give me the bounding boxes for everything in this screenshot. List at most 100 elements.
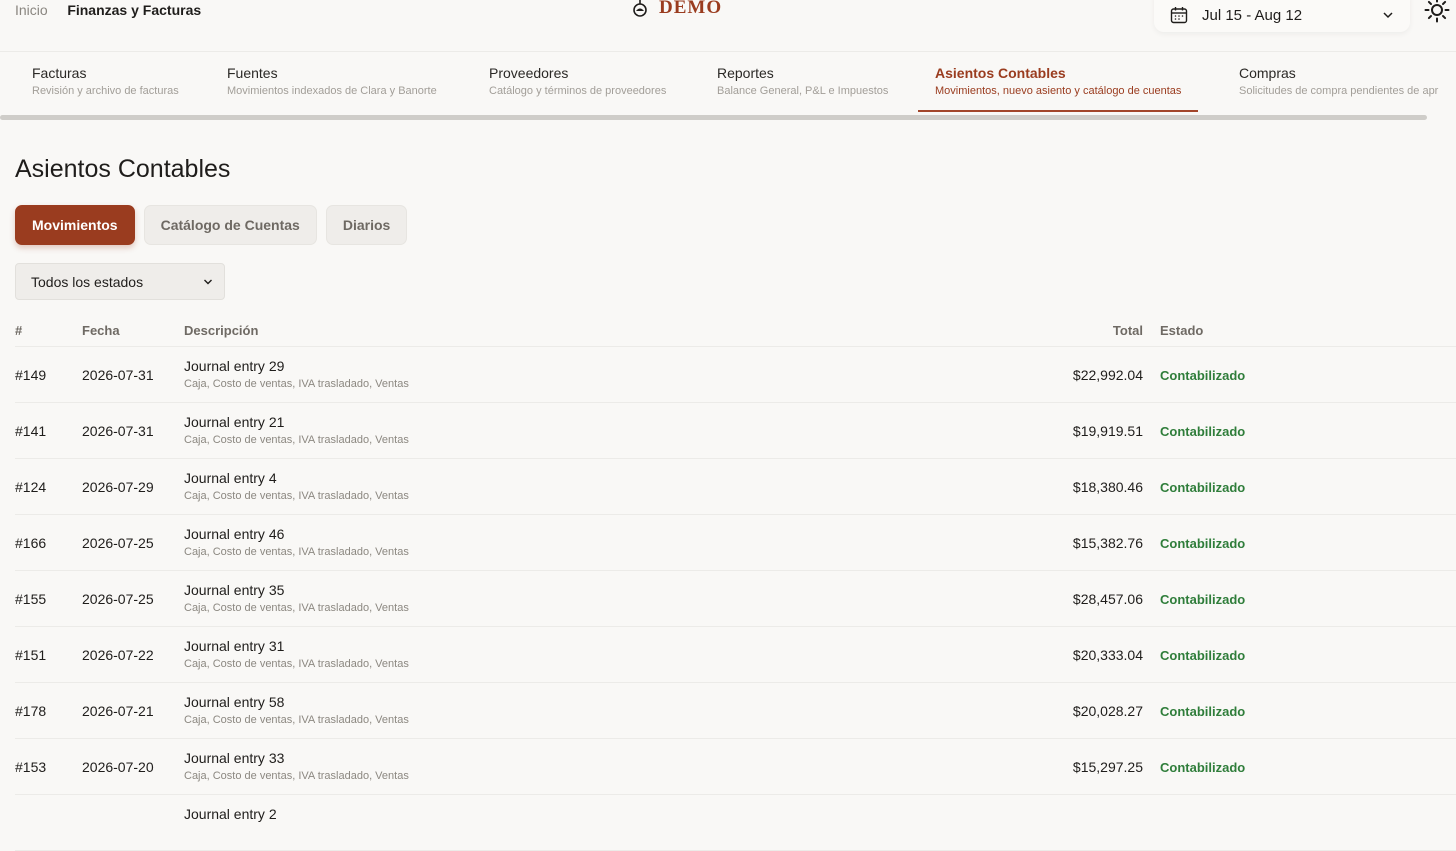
entry-date: 2026-07-31 (82, 423, 154, 439)
column-header-total[interactable]: Total (1113, 323, 1143, 338)
entry-description: Journal entry 21 Caja, Costo de ventas, … (184, 414, 409, 446)
table-row[interactable]: #141 2026-07-31 Journal entry 21 Caja, C… (15, 403, 1456, 459)
entry-description: Journal entry 35 Caja, Costo de ventas, … (184, 582, 409, 614)
table-row[interactable]: Journal entry 2 (15, 795, 1456, 851)
breadcrumb-home-link[interactable]: Inicio (15, 2, 48, 18)
entry-total: $20,028.27 (1072, 703, 1143, 719)
entry-total: $15,297.25 (1072, 759, 1143, 775)
column-header-date[interactable]: Fecha (82, 323, 120, 338)
entry-title: Journal entry 46 (184, 526, 285, 542)
entry-number: #149 (15, 367, 47, 383)
entry-total: $19,919.51 (1072, 423, 1143, 439)
catalogo-de-cuentas-button[interactable]: Catálogo de Cuentas (143, 205, 317, 245)
table-row[interactable]: #155 2026-07-25 Journal entry 35 Caja, C… (15, 571, 1456, 627)
entry-title: Journal entry 35 (184, 582, 285, 598)
table-row[interactable]: #166 2026-07-25 Journal entry 46 Caja, C… (15, 515, 1456, 571)
logo[interactable]: DEMO (631, 0, 722, 19)
entry-title: Journal entry 31 (184, 638, 285, 654)
tab-title: Compras (1239, 65, 1296, 81)
status-badge: Contabilizado (1160, 480, 1246, 495)
table-header: # Fecha Descripción Total Estado (15, 314, 1456, 347)
entry-title: Journal entry 4 (184, 470, 277, 486)
tabs-horizontal-scrollbar[interactable] (0, 115, 1427, 120)
entry-title: Journal entry 2 (184, 806, 277, 822)
chevron-down-icon (1383, 12, 1393, 19)
calendar-icon (1170, 7, 1188, 24)
entry-number: #151 (15, 647, 47, 663)
status-filter-select[interactable]: Todos los estados (15, 263, 225, 300)
column-header-number[interactable]: # (15, 323, 22, 338)
table-row[interactable]: #149 2026-07-31 Journal entry 29 Caja, C… (15, 347, 1456, 403)
tab-fuentes[interactable]: Fuentes Movimientos indexados de Clara y… (227, 52, 437, 112)
view-switcher: Movimientos Catálogo de Cuentas Diarios (15, 205, 408, 245)
entry-accounts: Caja, Costo de ventas, IVA trasladado, V… (184, 378, 409, 390)
status-badge: Contabilizado (1160, 424, 1246, 439)
table-row[interactable]: #153 2026-07-20 Journal entry 33 Caja, C… (15, 739, 1456, 795)
tab-subtitle: Revisión y archivo de facturas (32, 85, 179, 97)
status-badge: Contabilizado (1160, 592, 1246, 607)
logo-icon (633, 0, 647, 17)
breadcrumb: Inicio / Finanzas y Facturas (15, 2, 201, 18)
entry-number: #178 (15, 703, 47, 719)
entry-description: Journal entry 4 Caja, Costo de ventas, I… (184, 470, 409, 502)
tab-subtitle: Catálogo y términos de proveedores (489, 85, 667, 97)
sun-icon[interactable] (1424, 0, 1450, 23)
tab-title: Reportes (717, 65, 774, 81)
entry-accounts: Caja, Costo de ventas, IVA trasladado, V… (184, 546, 409, 558)
entry-accounts: Caja, Costo de ventas, IVA trasladado, V… (184, 770, 409, 782)
entry-description: Journal entry 29 Caja, Costo de ventas, … (184, 358, 409, 390)
entry-number: #141 (15, 423, 47, 439)
table-row[interactable]: #151 2026-07-22 Journal entry 31 Caja, C… (15, 627, 1456, 683)
entry-number: #153 (15, 759, 47, 775)
entry-accounts: Caja, Costo de ventas, IVA trasladado, V… (184, 658, 409, 670)
entry-date: 2026-07-25 (82, 591, 154, 607)
tab-subtitle: Movimientos, nuevo asiento y catálogo de… (935, 85, 1182, 97)
entry-total: $18,380.46 (1072, 479, 1143, 495)
entry-title: Journal entry 33 (184, 750, 285, 766)
table-row[interactable]: #178 2026-07-21 Journal entry 58 Caja, C… (15, 683, 1456, 739)
entry-description: Journal entry 31 Caja, Costo de ventas, … (184, 638, 409, 670)
tab-subtitle: Movimientos indexados de Clara y Banorte (227, 85, 437, 97)
tab-proveedores[interactable]: Proveedores Catálogo y términos de prove… (489, 52, 666, 112)
movimientos-button[interactable]: Movimientos (15, 205, 135, 245)
tab-facturas[interactable]: Facturas Revisión y archivo de facturas (32, 52, 179, 112)
status-filter-value: Todos los estados (31, 273, 144, 290)
entry-number: #124 (15, 479, 47, 495)
date-range-picker[interactable]: Jul 15 - Aug 12 (1154, 0, 1410, 32)
entry-date: 2026-07-29 (82, 479, 154, 495)
entry-date: 2026-07-22 (82, 647, 154, 663)
status-badge: Contabilizado (1160, 368, 1246, 383)
status-badge: Contabilizado (1160, 536, 1246, 551)
top-bar: Inicio / Finanzas y Facturas DEMO Jul 15… (0, 0, 1456, 52)
tab-title: Proveedores (489, 65, 569, 81)
journal-entries-table: # Fecha Descripción Total Estado #149 20… (15, 314, 1456, 851)
status-badge: Contabilizado (1160, 704, 1246, 719)
entry-accounts: Caja, Costo de ventas, IVA trasladado, V… (184, 434, 409, 446)
tab-subtitle: Balance General, P&L e Impuestos (717, 85, 889, 97)
status-badge: Contabilizado (1160, 648, 1246, 663)
column-header-status[interactable]: Estado (1160, 323, 1203, 338)
tab-compras[interactable]: Compras Solicitudes de compra pendientes… (1239, 52, 1456, 112)
chevron-down-icon (204, 279, 212, 284)
entry-title: Journal entry 29 (184, 358, 285, 374)
breadcrumb-current: Finanzas y Facturas (67, 2, 202, 18)
page-title: Asientos Contables (15, 155, 231, 183)
tab-reportes[interactable]: Reportes Balance General, P&L e Impuesto… (717, 52, 888, 112)
logo-text: DEMO (659, 0, 723, 18)
entry-accounts: Caja, Costo de ventas, IVA trasladado, V… (184, 490, 409, 502)
table-row[interactable]: #124 2026-07-29 Journal entry 4 Caja, Co… (15, 459, 1456, 515)
entry-accounts: Caja, Costo de ventas, IVA trasladado, V… (184, 602, 409, 614)
entry-number: #166 (15, 535, 47, 551)
status-badge: Contabilizado (1160, 760, 1246, 775)
entry-number: #155 (15, 591, 47, 607)
diarios-button[interactable]: Diarios (325, 205, 408, 245)
column-header-description[interactable]: Descripción (184, 323, 258, 338)
entry-total: $28,457.06 (1072, 591, 1143, 607)
entry-date: 2026-07-25 (82, 535, 154, 551)
tab-subtitle: Solicitudes de compra pendientes de apr (1239, 85, 1439, 97)
tab-asientos-contables[interactable]: Asientos Contables Movimientos, nuevo as… (918, 52, 1199, 112)
entry-total: $22,992.04 (1072, 367, 1143, 383)
entry-date: 2026-07-20 (82, 759, 154, 775)
entry-title: Journal entry 58 (184, 694, 285, 710)
entry-description: Journal entry 33 Caja, Costo de ventas, … (184, 750, 409, 782)
